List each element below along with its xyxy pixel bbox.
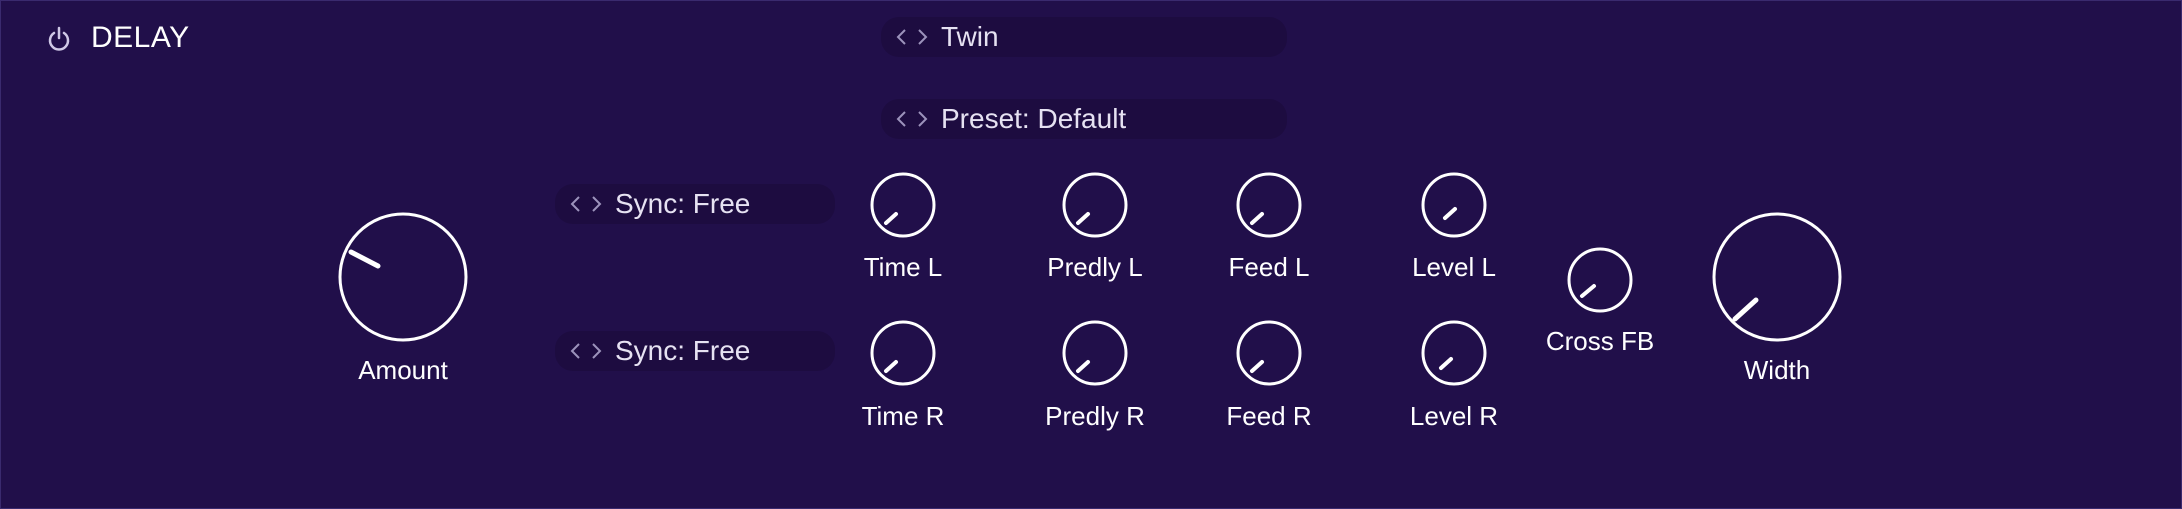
time-r-knob[interactable]	[869, 319, 937, 387]
preset-selector[interactable]: Preset: Default	[881, 99, 1287, 139]
level-r-knob[interactable]	[1420, 319, 1488, 387]
chevron-right-icon[interactable]	[915, 26, 929, 48]
chevron-right-icon[interactable]	[915, 108, 929, 130]
width-label: Width	[1743, 355, 1811, 385]
sync-right-selector[interactable]: Sync: Free	[555, 331, 835, 371]
feed-r-knob[interactable]	[1235, 319, 1303, 387]
sync-right-label: Sync: Free	[615, 335, 751, 366]
predly-r-knob[interactable]	[1061, 319, 1129, 387]
feed-l-label: Feed L	[1228, 252, 1310, 282]
time-l-knob[interactable]	[869, 171, 937, 239]
time-l-label: Time L	[863, 252, 943, 282]
sync-left-selector[interactable]: Sync: Free	[555, 184, 835, 224]
level-r-label: Level R	[1409, 401, 1499, 431]
delay-panel: DELAY Twin Preset: Default Sync: Free Sy…	[0, 0, 2182, 509]
chevron-left-icon[interactable]	[895, 108, 909, 130]
sync-left-label: Sync: Free	[615, 188, 751, 219]
chevron-right-icon[interactable]	[589, 340, 603, 362]
time-r-label: Time R	[861, 401, 945, 431]
chevron-left-icon[interactable]	[569, 193, 583, 215]
feed-l-knob[interactable]	[1235, 171, 1303, 239]
predly-r-label: Predly R	[1045, 401, 1145, 431]
preset-selector-label: Preset: Default	[941, 103, 1127, 134]
predly-l-knob[interactable]	[1061, 171, 1129, 239]
predly-l-label: Predly L	[1047, 252, 1143, 282]
mode-selector[interactable]: Twin	[881, 17, 1287, 57]
amount-knob[interactable]	[337, 211, 469, 343]
cross-fb-knob[interactable]	[1566, 246, 1634, 314]
feed-r-label: Feed R	[1226, 401, 1312, 431]
power-icon[interactable]	[45, 25, 73, 53]
width-knob[interactable]	[1711, 211, 1843, 343]
cross-fb-label: Cross FB	[1545, 326, 1655, 356]
amount-label: Amount	[358, 355, 448, 385]
module-title: DELAY	[91, 21, 190, 54]
mode-selector-label: Twin	[941, 21, 999, 52]
level-l-knob[interactable]	[1420, 171, 1488, 239]
chevron-left-icon[interactable]	[895, 26, 909, 48]
chevron-left-icon[interactable]	[569, 340, 583, 362]
chevron-right-icon[interactable]	[589, 193, 603, 215]
level-l-label: Level L	[1412, 252, 1496, 282]
